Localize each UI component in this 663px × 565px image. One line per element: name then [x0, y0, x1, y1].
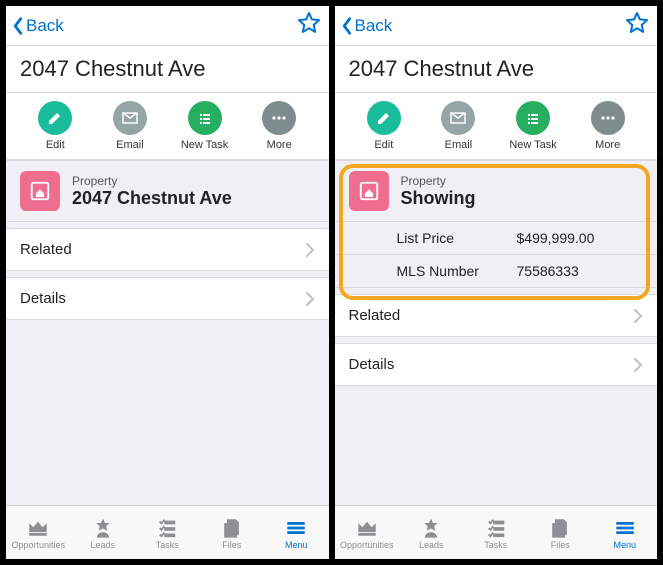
chevron-right-icon	[633, 358, 643, 372]
tab-leads[interactable]: Leads	[73, 517, 133, 550]
top-bar: Back	[335, 6, 658, 46]
top-bar: Back	[6, 6, 329, 46]
details-label: Details	[349, 356, 395, 373]
back-label: Back	[26, 16, 64, 36]
favorite-button[interactable]	[625, 11, 649, 40]
back-button[interactable]: Back	[339, 15, 393, 37]
star-icon	[625, 11, 649, 35]
tab-leads[interactable]: Leads	[401, 517, 461, 550]
tab-bar: Opportunities Leads Tasks Files Menu	[6, 505, 329, 559]
tab-files[interactable]: Files	[202, 517, 262, 550]
tab-files[interactable]: Files	[530, 517, 590, 550]
favorite-button[interactable]	[297, 11, 321, 40]
files-icon	[549, 517, 571, 539]
person-star-icon	[92, 517, 114, 539]
related-label: Related	[20, 241, 72, 258]
field-list-price: List Price $499,999.00	[335, 221, 658, 254]
newtask-label: New Task	[181, 139, 228, 151]
page-title: 2047 Chestnut Ave	[6, 46, 329, 93]
chevron-right-icon	[305, 292, 315, 306]
related-row[interactable]: Related	[6, 228, 329, 271]
screen-after: Back 2047 Chestnut Ave Edit Email New Ta…	[335, 6, 658, 559]
menu-icon	[614, 517, 636, 539]
edit-action[interactable]: Edit	[25, 101, 85, 151]
field-label: List Price	[397, 230, 487, 246]
field-mls-number: MLS Number 75586333	[335, 254, 658, 287]
empty-area	[335, 386, 658, 505]
property-icon	[349, 171, 389, 211]
checklist-icon	[525, 110, 541, 126]
chevron-right-icon	[305, 243, 315, 257]
record-name: 2047 Chestnut Ave	[72, 188, 232, 209]
edit-action[interactable]: Edit	[354, 101, 414, 151]
details-label: Details	[20, 290, 66, 307]
email-label: Email	[116, 139, 144, 151]
back-label: Back	[355, 16, 393, 36]
more-label: More	[267, 139, 292, 151]
record-summary: Property Showing List Price $499,999.00 …	[335, 160, 658, 288]
ellipsis-icon	[600, 110, 616, 126]
action-bar: Edit Email New Task More	[335, 93, 658, 160]
more-action[interactable]: More	[249, 101, 309, 151]
field-label: MLS Number	[397, 263, 487, 279]
property-icon	[20, 171, 60, 211]
back-button[interactable]: Back	[10, 15, 64, 37]
related-label: Related	[349, 307, 401, 324]
record-eyebrow: Property	[401, 174, 476, 188]
record-summary: Property 2047 Chestnut Ave	[6, 160, 329, 222]
email-action[interactable]: Email	[100, 101, 160, 151]
details-row[interactable]: Details	[335, 343, 658, 386]
tab-tasks[interactable]: Tasks	[137, 517, 197, 550]
crown-icon	[27, 517, 49, 539]
files-icon	[221, 517, 243, 539]
tab-opportunities[interactable]: Opportunities	[8, 517, 68, 550]
newtask-action[interactable]: New Task	[503, 101, 563, 151]
ellipsis-icon	[271, 110, 287, 126]
tab-menu[interactable]: Menu	[595, 517, 655, 550]
star-icon	[297, 11, 321, 35]
tab-tasks[interactable]: Tasks	[466, 517, 526, 550]
action-bar: Edit Email New Task More	[6, 93, 329, 160]
chevron-left-icon	[339, 15, 355, 37]
newtask-action[interactable]: New Task	[175, 101, 235, 151]
tab-bar: Opportunities Leads Tasks Files Menu	[335, 505, 658, 559]
more-action[interactable]: More	[578, 101, 638, 151]
checklist-icon	[197, 110, 213, 126]
related-row[interactable]: Related	[335, 294, 658, 337]
page-title: 2047 Chestnut Ave	[335, 46, 658, 93]
empty-area	[6, 320, 329, 505]
field-value: 75586333	[517, 263, 579, 279]
pencil-icon	[376, 110, 392, 126]
edit-label: Edit	[374, 139, 393, 151]
tab-opportunities[interactable]: Opportunities	[337, 517, 397, 550]
email-label: Email	[445, 139, 473, 151]
details-row[interactable]: Details	[6, 277, 329, 320]
menu-icon	[285, 517, 307, 539]
screen-before: Back 2047 Chestnut Ave Edit Email New Ta…	[6, 6, 329, 559]
edit-label: Edit	[46, 139, 65, 151]
chevron-right-icon	[633, 309, 643, 323]
newtask-label: New Task	[509, 139, 556, 151]
record-name: Showing	[401, 188, 476, 209]
field-value: $499,999.00	[517, 230, 595, 246]
checklist-icon	[156, 517, 178, 539]
envelope-icon	[450, 110, 466, 126]
envelope-icon	[122, 110, 138, 126]
email-action[interactable]: Email	[428, 101, 488, 151]
person-star-icon	[420, 517, 442, 539]
crown-icon	[356, 517, 378, 539]
checklist-icon	[485, 517, 507, 539]
pencil-icon	[47, 110, 63, 126]
record-eyebrow: Property	[72, 174, 232, 188]
chevron-left-icon	[10, 15, 26, 37]
tab-menu[interactable]: Menu	[266, 517, 326, 550]
more-label: More	[595, 139, 620, 151]
